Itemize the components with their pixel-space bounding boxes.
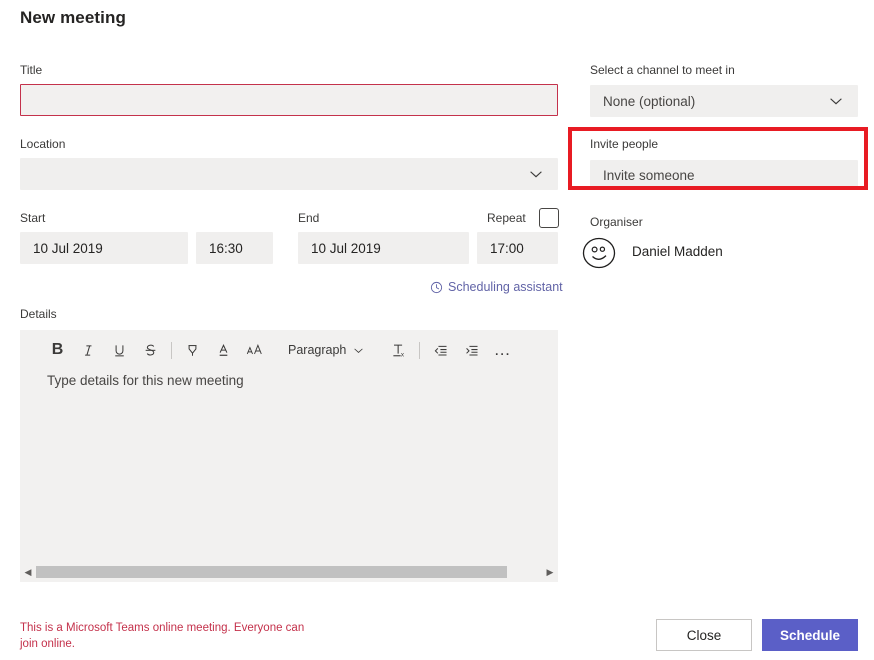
increase-indent-glyph bbox=[466, 345, 478, 356]
channel-field-label: Select a channel to meet in bbox=[590, 63, 735, 77]
font-color-glyph bbox=[219, 343, 228, 356]
paragraph-style-label: Paragraph bbox=[288, 343, 347, 357]
scroll-left-arrow-icon[interactable]: ◀ bbox=[20, 562, 36, 582]
italic-glyph bbox=[85, 344, 92, 356]
invite-people-label: Invite people bbox=[590, 137, 659, 151]
start-date-input[interactable]: 10 Jul 2019 bbox=[20, 232, 188, 264]
clear-formatting-glyph: x bbox=[393, 344, 405, 358]
scheduling-assistant-label: Scheduling assistant bbox=[448, 280, 563, 294]
editor-toolbar: B Paragraph x … bbox=[20, 330, 558, 370]
end-time-input[interactable]: 17:00 bbox=[477, 232, 558, 264]
paragraph-style-dropdown[interactable]: Paragraph bbox=[280, 336, 373, 364]
title-input[interactable] bbox=[20, 84, 558, 116]
decrease-indent-icon[interactable] bbox=[425, 335, 456, 365]
underline-glyph bbox=[115, 344, 124, 356]
location-input[interactable] bbox=[20, 158, 558, 190]
italic-icon[interactable] bbox=[73, 335, 104, 365]
strikethrough-glyph bbox=[145, 344, 156, 356]
location-field-label: Location bbox=[20, 137, 66, 151]
scroll-right-arrow-icon[interactable]: ▶ bbox=[542, 562, 558, 582]
toolbar-separator-2 bbox=[419, 341, 421, 359]
page-title: New meeting bbox=[20, 8, 126, 27]
start-time-input[interactable]: 16:30 bbox=[196, 232, 273, 264]
highlight-glyph bbox=[188, 344, 197, 356]
start-field-label: Start bbox=[20, 211, 46, 225]
organiser-label: Organiser bbox=[590, 215, 643, 229]
font-size-glyph bbox=[246, 343, 262, 354]
end-date-input[interactable]: 10 Jul 2019 bbox=[298, 232, 469, 264]
scrollbar-thumb[interactable] bbox=[36, 566, 507, 578]
channel-select[interactable]: None (optional) bbox=[590, 85, 858, 117]
end-field-label: End bbox=[298, 211, 320, 225]
strikethrough-icon[interactable] bbox=[135, 335, 166, 365]
avatar bbox=[582, 237, 616, 269]
details-horizontal-scrollbar[interactable]: ◀ ▶ bbox=[20, 562, 558, 582]
organiser-name: Daniel Madden bbox=[632, 244, 723, 259]
scrollbar-track[interactable] bbox=[36, 562, 542, 582]
details-editor-placeholder: Type details for this new meeting bbox=[47, 373, 244, 388]
highlight-icon[interactable] bbox=[177, 335, 208, 365]
details-field-label: Details bbox=[20, 307, 57, 321]
schedule-button[interactable]: Schedule bbox=[762, 619, 858, 651]
clock-icon bbox=[430, 281, 443, 293]
font-color-icon[interactable] bbox=[208, 335, 239, 365]
details-editor[interactable]: B Paragraph x … bbox=[20, 330, 558, 582]
chevron-down-icon bbox=[530, 171, 542, 178]
invite-people-input[interactable]: Invite someone bbox=[590, 160, 858, 190]
online-meeting-note: This is a Microsoft Teams online meeting… bbox=[20, 622, 305, 650]
chevron-down-icon bbox=[830, 98, 842, 105]
new-meeting-dialog: New meeting Title Location Start 10 Jul … bbox=[0, 0, 874, 660]
svg-text:x: x bbox=[401, 351, 405, 358]
toolbar-separator-1 bbox=[171, 341, 172, 359]
title-field-label: Title bbox=[20, 63, 43, 77]
underline-icon[interactable] bbox=[104, 335, 135, 365]
bold-icon[interactable]: B bbox=[42, 335, 73, 365]
clear-formatting-icon[interactable]: x bbox=[383, 335, 414, 365]
decrease-indent-glyph bbox=[434, 345, 447, 356]
repeat-checkbox[interactable] bbox=[539, 208, 559, 228]
font-size-icon[interactable] bbox=[239, 335, 270, 365]
increase-indent-icon[interactable] bbox=[456, 335, 487, 365]
repeat-label: Repeat bbox=[487, 211, 526, 225]
channel-value: None (optional) bbox=[603, 93, 696, 109]
chevron-down-icon bbox=[354, 348, 364, 353]
close-button[interactable]: Close bbox=[656, 619, 752, 651]
scheduling-assistant-link[interactable]: Scheduling assistant bbox=[430, 280, 563, 294]
more-options-icon[interactable]: … bbox=[487, 335, 518, 365]
